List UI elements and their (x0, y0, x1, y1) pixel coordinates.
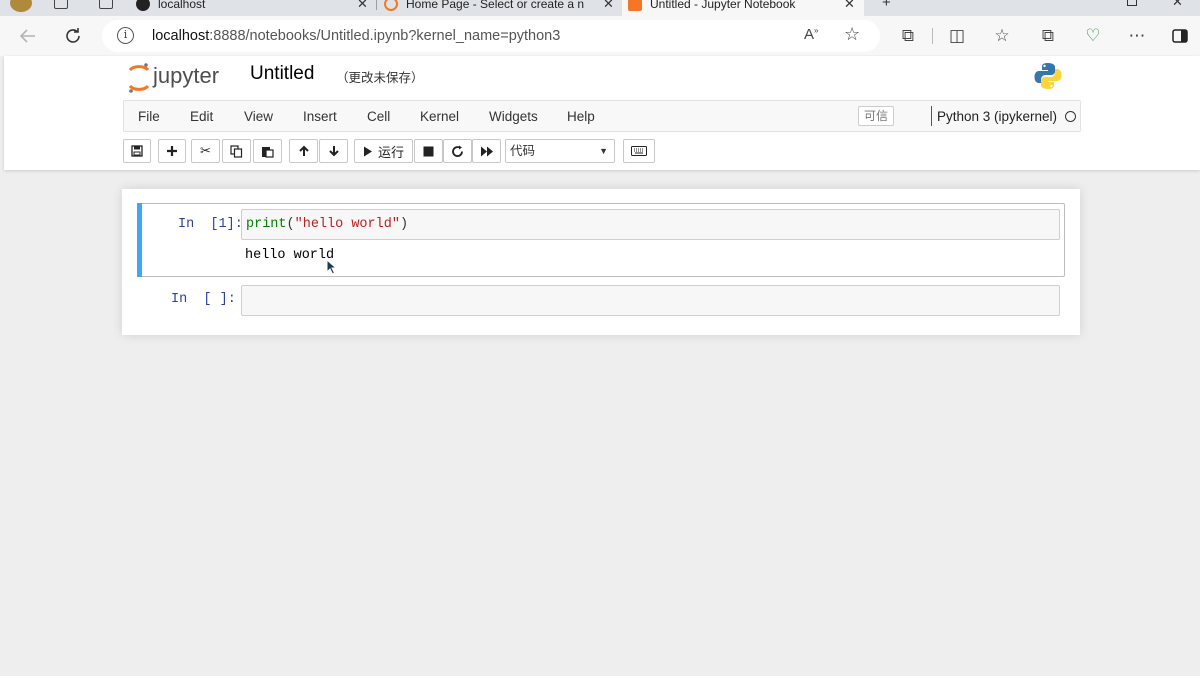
kernel-name[interactable]: Python 3 (ipykernel) (937, 109, 1057, 124)
close-window-icon[interactable]: ✕ (1172, 0, 1183, 10)
workspaces-icon[interactable] (54, 0, 68, 9)
refresh-icon[interactable] (61, 24, 85, 48)
paste-cell-button[interactable] (253, 139, 282, 163)
code-cell-selected[interactable]: In [1]: print("hello world") hello world (137, 203, 1065, 277)
browser-tab-strip: localhost ✕ Home Page - Select or create… (0, 0, 1200, 16)
browser-essentials-icon[interactable]: ♡ (1081, 24, 1105, 48)
arrow-up-icon (298, 145, 309, 156)
more-menu-icon[interactable]: ⋯ (1125, 24, 1149, 48)
insert-cell-button[interactable] (158, 139, 186, 163)
tab-untitled-notebook[interactable]: Untitled - Jupyter Notebook ✕ (622, 0, 864, 16)
selected-cell-indicator (137, 203, 142, 277)
stop-icon (423, 146, 434, 156)
kernel-idle-indicator-icon (1065, 111, 1076, 122)
close-tab-icon[interactable]: ✕ (357, 0, 368, 12)
split-screen-icon[interactable]: ◫ (945, 24, 969, 48)
menu-cell[interactable]: Cell (367, 109, 390, 124)
cell-type-select[interactable]: 代码 ▼ (505, 139, 615, 163)
plus-icon (167, 146, 177, 156)
code-input-area[interactable]: print("hello world") (241, 209, 1060, 240)
restart-run-all-button[interactable] (472, 139, 501, 163)
arrow-down-icon (328, 146, 339, 157)
copy-cell-button[interactable] (222, 139, 251, 163)
back-icon[interactable] (16, 24, 40, 48)
github-favicon-icon (136, 0, 150, 11)
menu-view[interactable]: View (244, 109, 273, 124)
run-button-label: 运行 (377, 144, 404, 160)
read-aloud-icon[interactable]: A» (804, 26, 818, 43)
vertical-tabs-icon[interactable] (99, 0, 113, 9)
jupyter-page: jupyter Untitled （更改未保存） File Edit View … (4, 56, 1200, 676)
close-tab-icon[interactable]: ✕ (603, 0, 614, 12)
copy-icon (230, 144, 243, 158)
toolbar-divider (932, 28, 933, 44)
tab-home-page[interactable]: Home Page - Select or create a n ✕ (384, 0, 620, 16)
python-logo-icon (1033, 61, 1063, 91)
keyboard-icon (631, 146, 647, 156)
empty-code-input-area[interactable] (241, 285, 1060, 316)
cell-output-text: hello world (245, 248, 335, 263)
url-text: localhost:8888/notebooks/Untitled.ipynb?… (152, 28, 561, 44)
tab-label: Home Page - Select or create a n (406, 0, 585, 11)
menu-file[interactable]: File (138, 109, 160, 124)
profile-avatar-icon[interactable] (10, 0, 32, 12)
tab-label: localhost (158, 0, 206, 11)
save-status: （更改未保存） (336, 71, 424, 85)
kernel-divider (931, 106, 932, 126)
restart-icon (452, 145, 463, 157)
restart-kernel-button[interactable] (443, 139, 472, 163)
browser-toolbar: i localhost:8888/notebooks/Untitled.ipyn… (0, 16, 1200, 56)
jupyter-wordmark: jupyter (152, 63, 219, 88)
close-tab-icon[interactable]: ✕ (844, 0, 855, 12)
favorites-icon[interactable]: ☆ (990, 24, 1014, 48)
collections-icon[interactable]: ⧉ (1036, 24, 1060, 48)
tab-label: Untitled - Jupyter Notebook (650, 0, 796, 11)
jupyter-logo[interactable]: jupyter (126, 60, 238, 96)
input-prompt: In [ ]: (171, 292, 236, 307)
menu-insert[interactable]: Insert (303, 109, 337, 124)
move-cell-down-button[interactable] (319, 139, 348, 163)
restore-window-icon[interactable] (1127, 0, 1137, 6)
fast-forward-icon (480, 146, 493, 156)
code-text: print("hello world") (246, 217, 409, 232)
command-palette-button[interactable] (623, 139, 655, 163)
new-tab-icon[interactable]: + (882, 0, 891, 11)
paste-icon (262, 146, 274, 158)
address-bar[interactable]: i localhost:8888/notebooks/Untitled.ipyn… (102, 20, 880, 52)
extensions-icon[interactable]: ⧉ (896, 24, 920, 48)
cut-cell-button[interactable]: ✂ (191, 139, 220, 163)
move-cell-up-button[interactable] (289, 139, 318, 163)
interrupt-kernel-button[interactable] (414, 139, 443, 163)
favorite-star-icon[interactable]: ☆ (844, 24, 860, 45)
trusted-indicator[interactable]: 可信 (858, 106, 894, 126)
save-icon (131, 145, 143, 157)
tab-localhost[interactable]: localhost ✕ (136, 0, 376, 16)
sidebar-toggle-icon[interactable] (1168, 24, 1192, 48)
site-info-icon[interactable]: i (117, 27, 134, 44)
input-prompt: In [1]: (178, 217, 243, 232)
run-button[interactable]: 运行 (354, 139, 413, 163)
menu-widgets[interactable]: Widgets (489, 109, 538, 124)
menu-help[interactable]: Help (567, 109, 595, 124)
notebook-favicon-icon (628, 0, 642, 11)
menu-edit[interactable]: Edit (190, 109, 213, 124)
scissors-icon: ✂ (200, 143, 211, 158)
cell-type-value: 代码 (510, 144, 536, 158)
play-icon (363, 146, 372, 156)
jupyter-header: jupyter Untitled （更改未保存） File Edit View … (4, 56, 1200, 170)
chevron-down-icon: ▼ (599, 146, 608, 156)
menu-kernel[interactable]: Kernel (420, 109, 459, 124)
mouse-cursor-icon (326, 259, 338, 275)
notebook-container: In [1]: print("hello world") hello world… (122, 189, 1080, 335)
notebook-title[interactable]: Untitled (250, 63, 314, 85)
jupyter-favicon-icon (384, 0, 398, 11)
save-button[interactable] (123, 139, 151, 163)
jupyter-menubar: File Edit View Insert Cell Kernel Widget… (123, 100, 1081, 132)
